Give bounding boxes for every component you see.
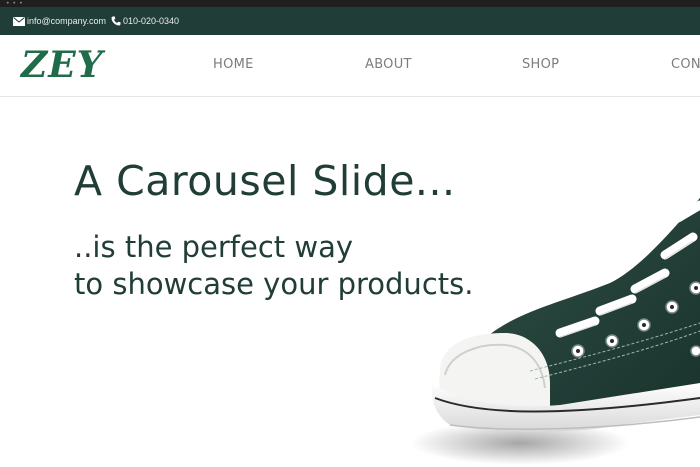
phone-contact[interactable]: 010-020-0340 [111, 16, 179, 26]
nav-home-link[interactable]: HOME [213, 57, 254, 72]
browser-address-strip: ••• [0, 0, 700, 7]
hero-title: A Carousel Slide... [74, 157, 456, 205]
browser-controls: ••• [6, 0, 26, 7]
brand-logo[interactable]: ZEY [21, 44, 103, 86]
nav-shop-link[interactable]: SHOP [522, 57, 559, 72]
envelope-icon [13, 16, 25, 26]
main-navbar: ZEY HOME ABOUT SHOP CON [0, 35, 700, 97]
email-text: info@company.com [27, 16, 107, 26]
phone-icon [111, 16, 121, 26]
email-contact[interactable]: info@company.com [13, 16, 106, 26]
hero-carousel-slide: A Carousel Slide... ..is the perfect way… [0, 97, 700, 467]
nav-contact-link[interactable]: CON [671, 57, 700, 72]
contact-topbar: info@company.com 010-020-0340 [0, 7, 700, 35]
sneaker-image [410, 198, 700, 465]
phone-text: 010-020-0340 [123, 16, 180, 26]
nav-about-link[interactable]: ABOUT [365, 57, 412, 72]
